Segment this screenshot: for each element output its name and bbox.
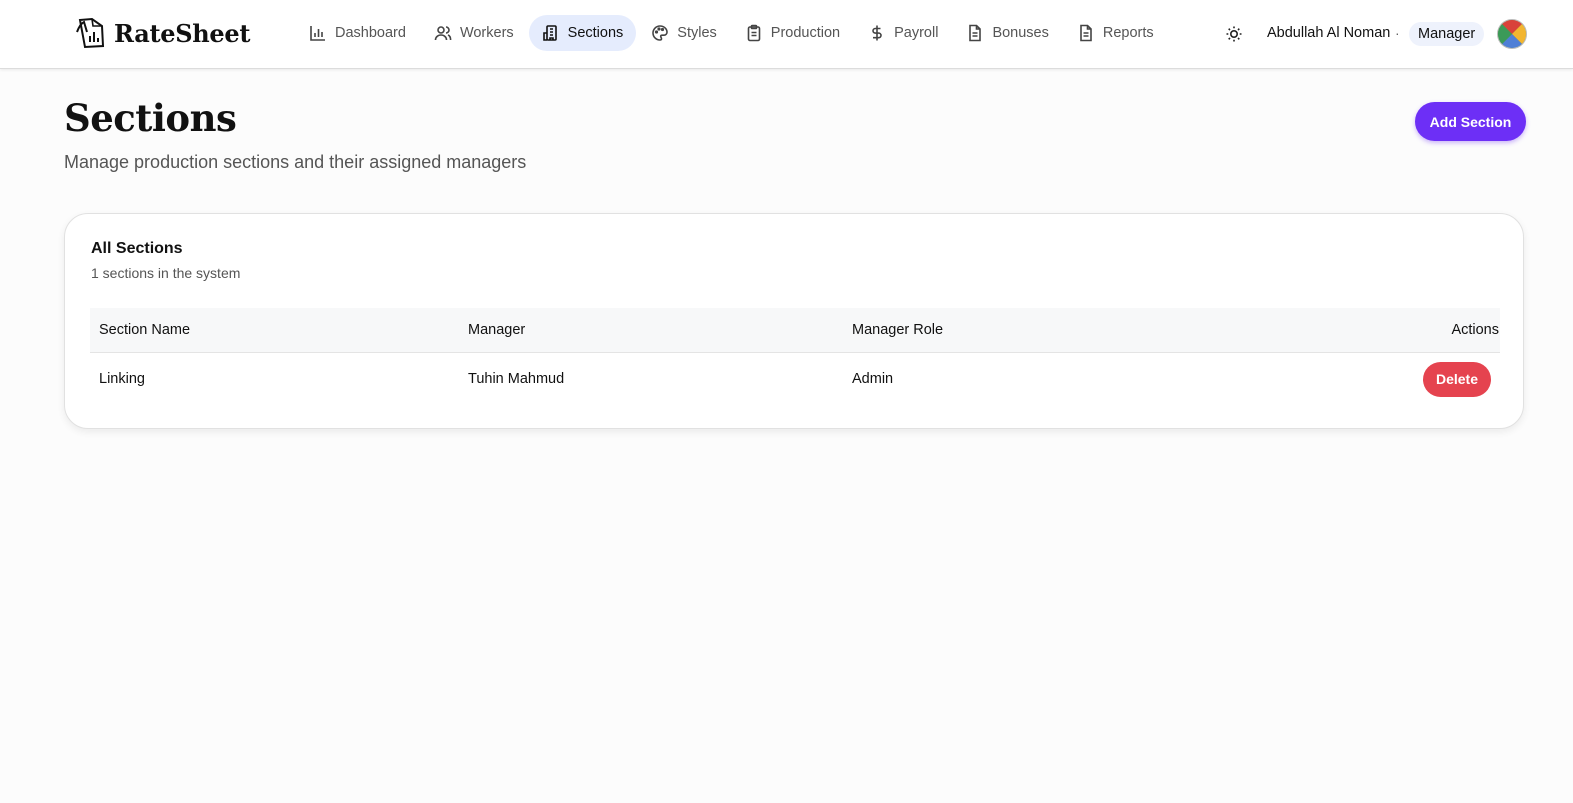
building-icon bbox=[542, 25, 557, 41]
nav-label: Sections bbox=[567, 25, 624, 41]
main-nav: Dashboard Workers Sections Styles Produc… bbox=[296, 15, 1167, 51]
theme-toggle-button[interactable] bbox=[1224, 24, 1244, 44]
palette-icon bbox=[652, 25, 669, 41]
cell-actions: Delete bbox=[1422, 353, 1500, 405]
brand-logo[interactable]: RateSheet bbox=[74, 16, 250, 50]
nav-item-dashboard[interactable]: Dashboard bbox=[296, 15, 419, 51]
page-title: Sections bbox=[64, 96, 237, 140]
nav-label: Production bbox=[770, 25, 841, 41]
role-badge: Manager bbox=[1409, 22, 1485, 46]
dollar-icon bbox=[872, 25, 882, 41]
nav-label: Reports bbox=[1102, 25, 1154, 41]
nav-item-sections[interactable]: Sections bbox=[528, 15, 637, 51]
column-header-manager-role: Manager Role bbox=[852, 322, 944, 338]
nav-item-bonuses[interactable]: Bonuses bbox=[953, 15, 1061, 51]
nav-label: Styles bbox=[677, 25, 717, 41]
add-section-button[interactable]: Add Section bbox=[1415, 102, 1526, 141]
avatar-image bbox=[1498, 20, 1526, 48]
cell-manager: Tuhin Mahmud bbox=[468, 371, 565, 387]
avatar[interactable] bbox=[1497, 19, 1527, 49]
nav-item-payroll[interactable]: Payroll bbox=[855, 15, 951, 51]
nav-item-styles[interactable]: Styles bbox=[638, 15, 730, 51]
nav-label: Workers bbox=[459, 25, 514, 41]
bar-chart-icon bbox=[310, 26, 325, 41]
table-header: Section Name Manager Manager Role Action… bbox=[90, 308, 1500, 353]
sections-card: All Sections 1 sections in the system Se… bbox=[64, 213, 1524, 429]
document-icon bbox=[969, 24, 982, 42]
column-header-manager: Manager bbox=[468, 322, 526, 338]
card-title: All Sections bbox=[91, 240, 183, 257]
nav-label: Dashboard bbox=[335, 25, 406, 41]
users-icon bbox=[434, 26, 452, 41]
sun-icon bbox=[1226, 26, 1242, 42]
top-navigation-bar: RateSheet Dashboard Workers Sections Sty… bbox=[0, 0, 1573, 69]
nav-item-production[interactable]: Production bbox=[732, 15, 853, 51]
cell-section-name: Linking bbox=[99, 371, 145, 387]
cell-manager-role: Admin bbox=[852, 371, 894, 387]
brand-name: RateSheet bbox=[114, 18, 251, 48]
user-name: Abdullah Al Noman bbox=[1267, 25, 1391, 41]
nav-label: Bonuses bbox=[992, 25, 1049, 41]
document-icon bbox=[1080, 24, 1092, 42]
column-header-section-name: Section Name bbox=[99, 322, 191, 338]
nav-item-workers[interactable]: Workers bbox=[421, 15, 527, 51]
sections-table: Section Name Manager Manager Role Action… bbox=[90, 308, 1500, 405]
clipboard-icon bbox=[747, 24, 761, 42]
nav-label: Payroll bbox=[894, 25, 939, 41]
column-header-actions: Actions bbox=[1451, 322, 1499, 338]
user-separator: · bbox=[1395, 25, 1400, 41]
ratesheet-logo-icon bbox=[76, 17, 105, 49]
page-subtitle: Manage production sections and their ass… bbox=[64, 152, 527, 172]
card-description: 1 sections in the system bbox=[91, 265, 241, 281]
delete-button[interactable]: Delete bbox=[1422, 361, 1491, 397]
nav-item-reports[interactable]: Reports bbox=[1064, 15, 1167, 51]
table-row: Linking Tuhin Mahmud Admin Delete bbox=[90, 353, 1500, 405]
